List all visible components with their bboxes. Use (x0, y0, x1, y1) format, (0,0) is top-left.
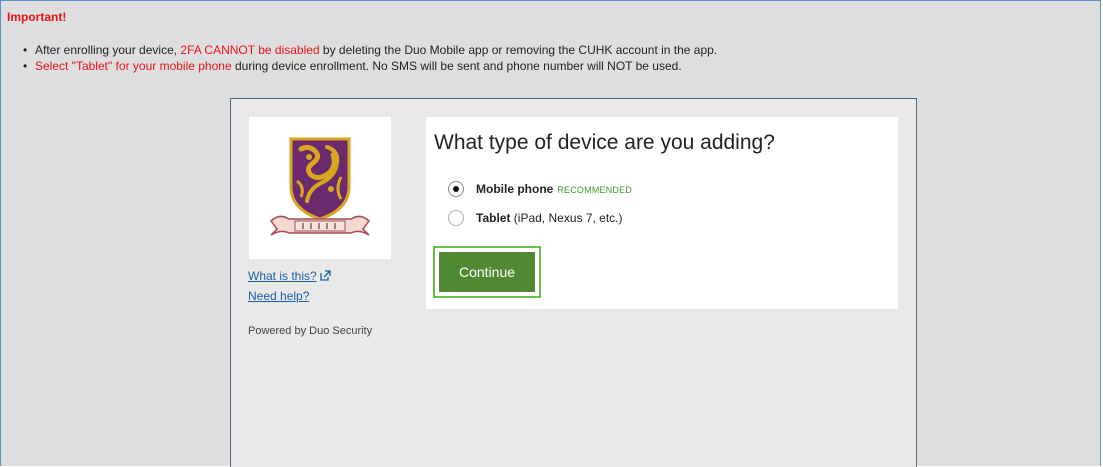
mobile-phone-radio[interactable] (448, 181, 464, 197)
note-text: during device enrollment. No SMS will be… (231, 59, 682, 73)
cuhk-crest-logo (249, 117, 391, 259)
note-warning: Select "Tablet" for your mobile phone (35, 59, 232, 73)
option-label: Tablet (iPad, Nexus 7, etc.) (476, 211, 623, 225)
note-text: After enrolling your device, (35, 43, 181, 57)
continue-focus-ring: Continue (433, 246, 541, 298)
duo-prompt-frame: What is this? Need help? Powered by Duo … (230, 98, 917, 467)
note-warning: 2FA CANNOT be disabled (180, 43, 320, 57)
bullet: • (23, 59, 28, 73)
option-label: Mobile phone RECOMMENDED (476, 182, 632, 196)
important-notes: • After enrolling your device, 2FA CANNOT… (23, 42, 717, 74)
tablet-detail: (iPad, Nexus 7, etc.) (513, 211, 623, 225)
note-text: by deleting the Duo Mobile app or removi… (319, 43, 718, 57)
continue-button[interactable]: Continue (439, 252, 535, 292)
enrollment-page: Important! • After enrolling your device,… (0, 0, 1101, 467)
panel-title: What type of device are you adding? (434, 131, 775, 154)
help-links: What is this? Need help? (248, 267, 331, 306)
recommended-badge: RECOMMENDED (557, 185, 633, 195)
bullet: • (23, 43, 28, 57)
option-tablet[interactable]: Tablet (iPad, Nexus 7, etc.) (448, 210, 623, 226)
device-type-panel: What type of device are you adding? Mobi… (426, 117, 898, 309)
important-heading: Important! (7, 10, 67, 24)
external-link-icon (320, 268, 331, 287)
tablet-label: Tablet (476, 211, 511, 225)
what-is-this-label: What is this? (248, 269, 317, 283)
note-item: • Select "Tablet" for your mobile phone d… (23, 58, 717, 74)
crest-icon (270, 137, 370, 236)
powered-by-text: Powered by Duo Security (248, 325, 373, 337)
tablet-radio[interactable] (448, 210, 464, 226)
mobile-phone-label: Mobile phone (476, 182, 554, 196)
what-is-this-link[interactable]: What is this? (248, 267, 331, 287)
need-help-link[interactable]: Need help? (248, 287, 331, 306)
option-mobile-phone[interactable]: Mobile phone RECOMMENDED (448, 181, 632, 197)
note-item: • After enrolling your device, 2FA CANNOT… (23, 42, 717, 58)
